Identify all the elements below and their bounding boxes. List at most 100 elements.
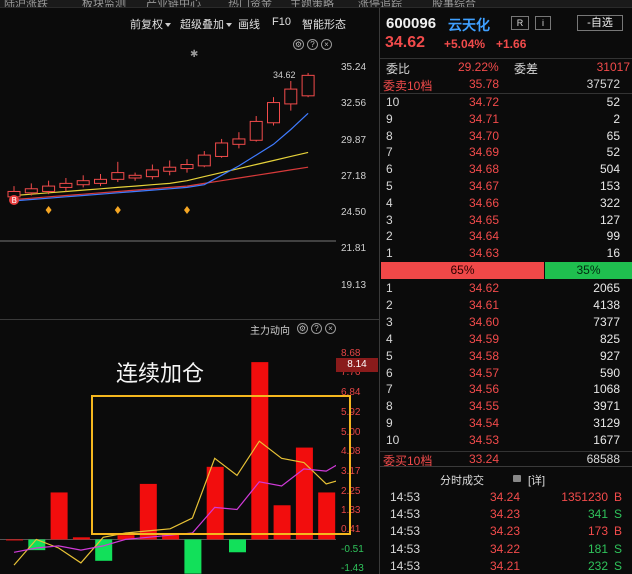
buy-level-row[interactable]: 1 34.62 2065 bbox=[380, 280, 632, 297]
level-number: 1 bbox=[386, 281, 393, 295]
stock-code: 600096 bbox=[386, 15, 437, 32]
buy-level-row[interactable]: 9 34.54 3129 bbox=[380, 415, 632, 432]
diamond-marker bbox=[184, 206, 190, 214]
level-number: 3 bbox=[386, 314, 393, 329]
top-menu-item-7[interactable]: 股事综合 bbox=[432, 0, 476, 7]
weibi-value: 29.22% bbox=[458, 60, 499, 74]
fuquan-dropdown[interactable]: 前复权 bbox=[130, 16, 171, 32]
buy-level-row[interactable]: 2 34.61 4138 bbox=[380, 297, 632, 314]
sell-level-row[interactable]: 5 34.67 153 bbox=[380, 178, 632, 195]
price-axis-label: 35.24 bbox=[341, 62, 367, 73]
candle-body bbox=[128, 174, 142, 179]
buy-sell-ratio-bar: 65% 35% bbox=[381, 262, 632, 279]
trade-price: 34.23 bbox=[490, 524, 521, 539]
help-icon[interactable]: ? bbox=[311, 323, 322, 334]
info-button[interactable]: i bbox=[535, 16, 551, 30]
overlay-label: 超级叠加 bbox=[180, 19, 224, 31]
trade-row[interactable]: 14:53 34.22 181 S bbox=[380, 541, 632, 558]
sell-level-row[interactable]: 8 34.70 65 bbox=[380, 128, 632, 145]
stock-name[interactable]: 云天化 bbox=[448, 15, 490, 35]
level-number: 1 bbox=[386, 246, 393, 261]
level-number: 10 bbox=[386, 433, 400, 448]
buy-level-row[interactable]: 6 34.57 590 bbox=[380, 365, 632, 382]
sell-level-row[interactable]: 9 34.71 2 bbox=[380, 111, 632, 128]
level-number: 6 bbox=[386, 162, 393, 177]
price-change: +1.66 bbox=[496, 37, 527, 51]
buy-level-row[interactable]: 7 34.56 1068 bbox=[380, 381, 632, 398]
top-menu-item-5[interactable]: 主题策略 bbox=[290, 0, 334, 7]
sell-level-row[interactable]: 10 34.72 52 bbox=[380, 94, 632, 111]
overlay-dropdown[interactable]: 超级叠加 bbox=[180, 16, 232, 32]
sell-level-row[interactable]: 3 34.65 127 bbox=[380, 212, 632, 229]
level-volume: 99 bbox=[606, 229, 620, 244]
sell-level-row[interactable]: 7 34.69 52 bbox=[380, 144, 632, 161]
level-volume: 2 bbox=[613, 111, 620, 126]
level-volume: 7377 bbox=[593, 314, 620, 329]
top-menu-item-4[interactable]: 热门资金 bbox=[228, 0, 272, 7]
trades-detail-link[interactable]: [详] bbox=[528, 472, 545, 488]
smart-pattern-button[interactable]: 智能形态 bbox=[302, 16, 346, 32]
close-icon[interactable]: × bbox=[325, 323, 336, 334]
candle-body bbox=[197, 154, 211, 167]
buy-level-row[interactable]: 3 34.60 7377 bbox=[380, 314, 632, 331]
weibi-row: 委比 29.22% 委差 31017 bbox=[380, 59, 632, 76]
r-button[interactable]: R bbox=[511, 16, 529, 30]
trade-volume: 181 bbox=[587, 541, 608, 556]
candle-body bbox=[301, 74, 315, 97]
sell-level-row[interactable]: 4 34.66 322 bbox=[380, 195, 632, 212]
top-menu-item-3[interactable]: 产业链中心 bbox=[146, 0, 201, 7]
candle-body bbox=[111, 172, 125, 180]
level-volume: 52 bbox=[606, 145, 620, 160]
level-number: 5 bbox=[386, 179, 393, 193]
sell-level-row[interactable]: 1 34.63 16 bbox=[380, 245, 632, 262]
lock-icon[interactable] bbox=[513, 472, 521, 484]
candle-body bbox=[145, 169, 159, 178]
level-price: 34.63 bbox=[469, 246, 500, 261]
price-axis-label: 19.13 bbox=[341, 280, 367, 291]
chevron-down-icon bbox=[226, 23, 232, 28]
trade-time: 14:53 bbox=[390, 558, 421, 573]
level-price: 34.65 bbox=[469, 212, 500, 227]
top-menu-item-6[interactable]: 涨停追踪 bbox=[358, 0, 402, 7]
diamond-marker bbox=[114, 206, 121, 214]
gear-icon[interactable]: ⚙ bbox=[297, 323, 308, 334]
sell-level-row[interactable]: 2 34.64 99 bbox=[380, 228, 632, 245]
buy-level-row[interactable]: 4 34.59 825 bbox=[380, 331, 632, 348]
top-menu-item-1[interactable]: 陆沪涨跌 bbox=[4, 0, 48, 7]
ma-red-line bbox=[13, 166, 309, 201]
level-volume: 927 bbox=[599, 348, 620, 363]
trade-time: 14:53 bbox=[390, 541, 421, 556]
last-price: 34.62 bbox=[385, 34, 426, 51]
watchlist-button[interactable]: -自选 bbox=[577, 15, 623, 31]
trade-row[interactable]: 14:53 34.21 232 S bbox=[380, 558, 632, 574]
top-menu-item-2[interactable]: 板块监测 bbox=[82, 0, 126, 7]
price-axis-label: 21.81 bbox=[341, 243, 367, 254]
trade-row[interactable]: 14:53 34.24 1351230 B bbox=[380, 489, 632, 506]
sell-header-row: 委卖10档 35.78 37572 bbox=[380, 76, 632, 93]
trade-price: 34.24 bbox=[490, 490, 521, 504]
sell-ratio: 35% bbox=[545, 262, 632, 279]
trades-header: 分时成交 [详] bbox=[380, 466, 632, 488]
sell-avg-price: 35.78 bbox=[469, 77, 500, 91]
top-menu-strip: 陆沪涨跌 板块监测 产业链中心 热门资金 主题策略 涨停追踪 股事综合 bbox=[0, 0, 632, 8]
max-price-label: 34.62 bbox=[273, 70, 296, 80]
level-price: 34.64 bbox=[469, 229, 500, 244]
level-price: 34.53 bbox=[469, 433, 500, 448]
chevron-down-icon bbox=[165, 23, 171, 28]
trade-price: 34.21 bbox=[490, 558, 521, 573]
trade-row[interactable]: 14:53 34.23 341 S bbox=[380, 506, 632, 523]
candle-body bbox=[76, 180, 90, 186]
draw-line-button[interactable]: 画线 bbox=[238, 16, 260, 32]
trade-side: B bbox=[613, 524, 622, 539]
buy-level-row[interactable]: 8 34.55 3971 bbox=[380, 398, 632, 415]
candle-body bbox=[232, 138, 246, 145]
sell-level-row[interactable]: 6 34.68 504 bbox=[380, 161, 632, 178]
buy-level-row[interactable]: 5 34.58 927 bbox=[380, 348, 632, 365]
level-price: 34.55 bbox=[469, 399, 500, 414]
trade-row[interactable]: 14:53 34.23 173 B bbox=[380, 523, 632, 540]
price-axis-label: 24.50 bbox=[341, 207, 367, 218]
level-price: 34.62 bbox=[469, 281, 500, 295]
buy-level-row[interactable]: 10 34.53 1677 bbox=[380, 432, 632, 449]
f10-button[interactable]: F10 bbox=[272, 16, 291, 28]
flow-bar bbox=[229, 539, 246, 553]
